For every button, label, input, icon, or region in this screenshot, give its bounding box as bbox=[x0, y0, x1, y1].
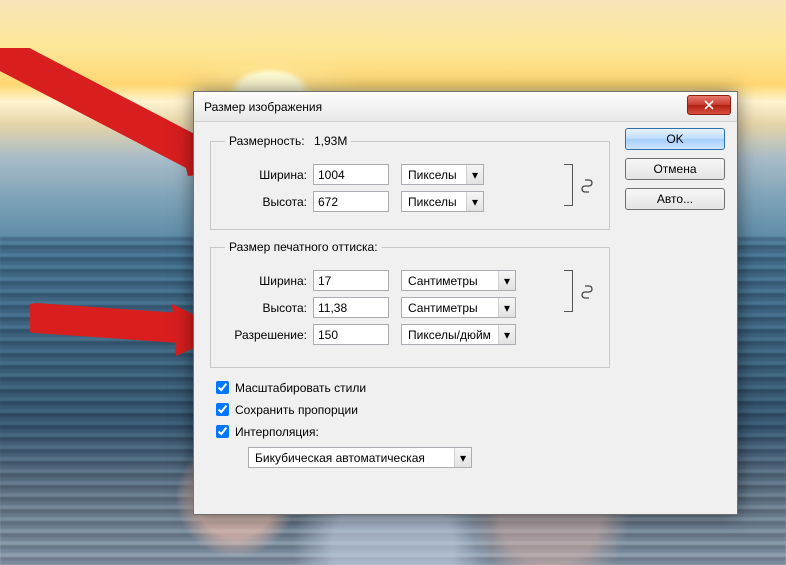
pixel-width-input[interactable] bbox=[313, 164, 389, 185]
interpolation-combo-row: Бикубическая автоматическая ▾ bbox=[236, 447, 610, 468]
resolution-input[interactable] bbox=[313, 324, 389, 345]
chevron-down-icon: ▾ bbox=[498, 325, 515, 344]
pixel-width-unit-combo[interactable]: Пикселы ▾ bbox=[401, 164, 484, 185]
chevron-down-icon: ▾ bbox=[466, 165, 483, 184]
link-bracket bbox=[559, 164, 573, 206]
resolution-row: Разрешение: Пикселы/дюйм ▾ bbox=[225, 324, 599, 345]
image-size-dialog: Размер изображения Размерность: 1,93M Ши… bbox=[193, 91, 738, 515]
link-bracket bbox=[559, 270, 573, 312]
scale-styles-row: Масштабировать стили bbox=[212, 378, 610, 397]
print-width-row: Ширина: Сантиметры ▾ bbox=[225, 270, 599, 291]
dimensions-value: 1,93M bbox=[314, 134, 347, 148]
print-height-unit-value: Сантиметры bbox=[402, 301, 498, 315]
chain-link-icon[interactable] bbox=[577, 282, 597, 302]
auto-button[interactable]: Авто... bbox=[625, 188, 725, 210]
side-buttons: OK Отмена Авто... bbox=[625, 128, 725, 210]
print-size-legend: Размер печатного оттиска: bbox=[225, 240, 382, 254]
chevron-down-icon: ▾ bbox=[498, 298, 515, 317]
print-height-row: Высота: Сантиметры ▾ bbox=[225, 297, 599, 318]
interpolation-row: Интерполяция: bbox=[212, 422, 610, 441]
constrain-label: Сохранить пропорции bbox=[235, 403, 358, 417]
print-height-input[interactable] bbox=[313, 297, 389, 318]
cancel-button[interactable]: Отмена bbox=[625, 158, 725, 180]
print-width-input[interactable] bbox=[313, 270, 389, 291]
interpolation-value: Бикубическая автоматическая bbox=[249, 451, 454, 465]
print-width-unit-value: Сантиметры bbox=[402, 274, 498, 288]
print-height-label: Высота: bbox=[225, 301, 313, 315]
chevron-down-icon: ▾ bbox=[498, 271, 515, 290]
interpolation-checkbox[interactable] bbox=[216, 425, 229, 438]
print-width-label: Ширина: bbox=[225, 274, 313, 288]
resolution-unit-value: Пикселы/дюйм bbox=[402, 328, 498, 342]
scale-styles-label: Масштабировать стили bbox=[235, 381, 366, 395]
pixel-height-unit-combo[interactable]: Пикселы ▾ bbox=[401, 191, 484, 212]
dialog-title: Размер изображения bbox=[204, 100, 322, 114]
ok-button[interactable]: OK bbox=[625, 128, 725, 150]
constrain-checkbox[interactable] bbox=[216, 403, 229, 416]
interpolation-combo[interactable]: Бикубическая автоматическая ▾ bbox=[248, 447, 472, 468]
pixel-height-input[interactable] bbox=[313, 191, 389, 212]
titlebar[interactable]: Размер изображения bbox=[194, 92, 737, 122]
chevron-down-icon: ▾ bbox=[454, 448, 471, 467]
pixel-height-unit-value: Пикселы bbox=[402, 195, 466, 209]
dimensions-label: Размерность: bbox=[229, 134, 305, 148]
dialog-body: Размерность: 1,93M Ширина: Пикселы ▾ Выс… bbox=[194, 122, 737, 514]
print-height-unit-combo[interactable]: Сантиметры ▾ bbox=[401, 297, 516, 318]
close-button[interactable] bbox=[687, 95, 731, 115]
constrain-row: Сохранить пропорции bbox=[212, 400, 610, 419]
pixel-dimensions-group: Размерность: 1,93M Ширина: Пикселы ▾ Выс… bbox=[210, 134, 610, 230]
pixel-dimensions-legend: Размерность: 1,93M bbox=[225, 134, 351, 148]
scale-styles-checkbox[interactable] bbox=[216, 381, 229, 394]
resolution-unit-combo[interactable]: Пикселы/дюйм ▾ bbox=[401, 324, 516, 345]
pixel-width-row: Ширина: Пикселы ▾ bbox=[225, 164, 599, 185]
interpolation-label: Интерполяция: bbox=[235, 425, 319, 439]
print-width-unit-combo[interactable]: Сантиметры ▾ bbox=[401, 270, 516, 291]
pixel-width-unit-value: Пикселы bbox=[402, 168, 466, 182]
chevron-down-icon: ▾ bbox=[466, 192, 483, 211]
pixel-height-row: Высота: Пикселы ▾ bbox=[225, 191, 599, 212]
print-size-group: Размер печатного оттиска: Ширина: Сантим… bbox=[210, 240, 610, 368]
pixel-width-label: Ширина: bbox=[225, 168, 313, 182]
pixel-height-label: Высота: bbox=[225, 195, 313, 209]
resolution-label: Разрешение: bbox=[225, 328, 313, 342]
chain-link-icon[interactable] bbox=[577, 176, 597, 196]
close-icon bbox=[704, 100, 714, 110]
